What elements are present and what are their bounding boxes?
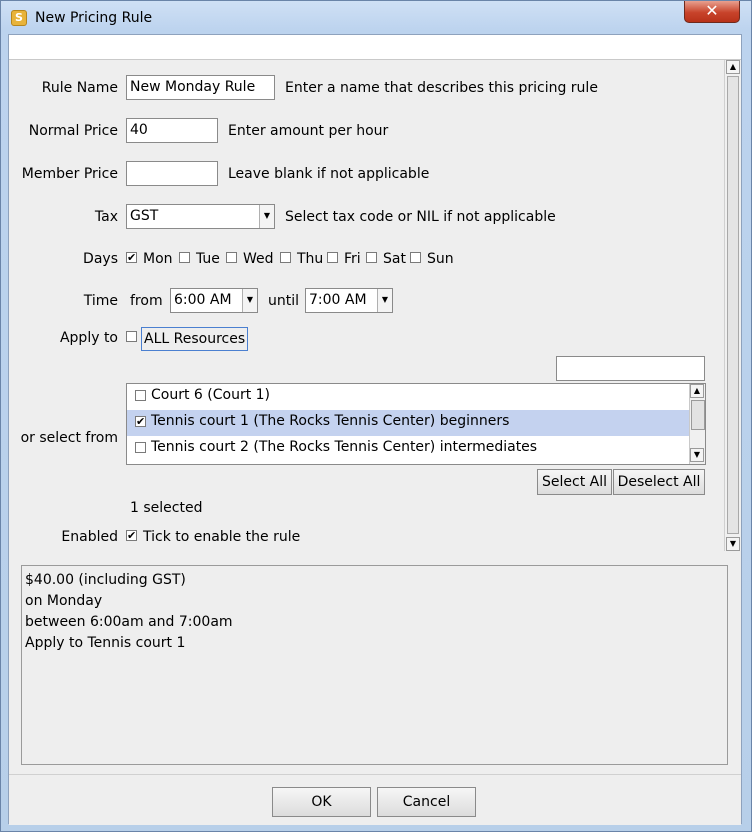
time-label: Time [83, 293, 118, 309]
scroll-down-icon[interactable]: ▼ [690, 448, 704, 462]
day-label-sat: Sat [383, 251, 406, 267]
day-checkbox-wed[interactable] [226, 252, 237, 263]
select-all-button[interactable]: Select All [537, 469, 612, 495]
enabled-checkbox[interactable]: ✔ [126, 530, 137, 541]
rule-name-label: Rule Name [41, 80, 118, 96]
window-title: New Pricing Rule [35, 10, 153, 26]
member-price-hint: Leave blank if not applicable [228, 166, 430, 182]
all-resources-checkbox[interactable] [126, 331, 137, 342]
enabled-hint: Tick to enable the rule [143, 529, 301, 545]
normal-price-input[interactable]: 40 [126, 118, 218, 143]
chevron-down-icon: ▼ [377, 289, 392, 312]
day-checkbox-sun[interactable] [410, 252, 421, 263]
rule-name-input[interactable]: New Monday Rule [126, 75, 275, 100]
title-bar: S New Pricing Rule ✕ [1, 1, 751, 35]
time-from-label: from [130, 293, 163, 309]
day-checkbox-thu[interactable] [280, 252, 291, 263]
select-from-label: or select from [20, 430, 118, 446]
resource-checkbox[interactable] [135, 390, 146, 401]
apply-to-label: Apply to [59, 330, 118, 346]
member-price-input[interactable] [126, 161, 218, 186]
time-from-value: 6:00 AM [174, 292, 232, 308]
member-price-label: Member Price [21, 166, 118, 182]
enabled-label: Enabled [61, 529, 118, 545]
resource-checkbox[interactable]: ✔ [135, 416, 146, 427]
tax-select[interactable]: GST ▼ [126, 204, 275, 229]
list-item[interactable]: ✔ Tennis court 1 (The Rocks Tennis Cente… [127, 410, 689, 436]
app-icon: S [11, 10, 27, 26]
days-label: Days [83, 251, 118, 267]
day-label-fri: Fri [344, 251, 361, 267]
dialog-footer [9, 774, 741, 825]
selected-count: 1 selected [130, 500, 203, 516]
deselect-all-button[interactable]: Deselect All [613, 469, 705, 495]
close-button[interactable]: ✕ [684, 1, 740, 23]
list-scrollbar[interactable]: ▲ ▼ [689, 384, 705, 464]
toolbar-strip [9, 35, 741, 60]
day-label-mon: Mon [143, 251, 173, 267]
list-scroll-thumb[interactable] [691, 400, 705, 430]
resource-label: Court 6 (Court 1) [151, 387, 271, 403]
resource-list[interactable]: Court 6 (Court 1) ✔ Tennis court 1 (The … [126, 383, 706, 465]
scroll-up-icon[interactable]: ▲ [690, 384, 704, 398]
time-until-label: until [268, 293, 300, 309]
chevron-down-icon: ▼ [259, 205, 274, 228]
chevron-down-icon: ▼ [242, 289, 257, 312]
all-resources-label[interactable]: ALL Resources [141, 327, 249, 351]
resource-label: Tennis court 1 (The Rocks Tennis Center)… [151, 413, 510, 429]
rule-summary: $40.00 (including GST) on Monday between… [21, 565, 728, 765]
tax-select-value: GST [130, 208, 159, 224]
ok-button[interactable]: OK [272, 787, 371, 817]
list-item[interactable]: Court 6 (Court 1) [127, 384, 689, 410]
normal-price-hint: Enter amount per hour [228, 123, 389, 139]
summary-line: Apply to Tennis court 1 [25, 635, 186, 651]
rule-name-hint: Enter a name that describes this pricing… [285, 80, 598, 96]
day-label-thu: Thu [297, 251, 324, 267]
normal-price-label: Normal Price [28, 123, 118, 139]
list-item[interactable]: Tennis court 2 (The Rocks Tennis Center)… [127, 436, 689, 462]
scroll-down-icon[interactable]: ▼ [726, 537, 740, 551]
day-label-sun: Sun [427, 251, 454, 267]
form-scroll-thumb[interactable] [727, 76, 739, 534]
day-checkbox-tue[interactable] [179, 252, 190, 263]
resource-label: Tennis court 2 (The Rocks Tennis Center)… [151, 439, 538, 455]
day-checkbox-fri[interactable] [327, 252, 338, 263]
day-checkbox-mon[interactable]: ✔ [126, 252, 137, 263]
tax-hint: Select tax code or NIL if not applicable [285, 209, 556, 225]
day-label-wed: Wed [243, 251, 274, 267]
summary-line: $40.00 (including GST) [25, 572, 186, 588]
time-from-select[interactable]: 6:00 AM ▼ [170, 288, 258, 313]
summary-line: on Monday [25, 593, 103, 609]
time-until-select[interactable]: 7:00 AM ▼ [305, 288, 393, 313]
resource-search-input[interactable] [556, 356, 705, 381]
resource-checkbox[interactable] [135, 442, 146, 453]
day-checkbox-sat[interactable] [366, 252, 377, 263]
time-until-value: 7:00 AM [309, 292, 367, 308]
tax-label: Tax [94, 209, 118, 225]
summary-line: between 6:00am and 7:00am [25, 614, 233, 630]
cancel-button[interactable]: Cancel [377, 787, 476, 817]
scroll-up-icon[interactable]: ▲ [726, 60, 740, 74]
day-label-tue: Tue [196, 251, 220, 267]
form-scrollbar[interactable]: ▲ ▼ [724, 60, 741, 551]
